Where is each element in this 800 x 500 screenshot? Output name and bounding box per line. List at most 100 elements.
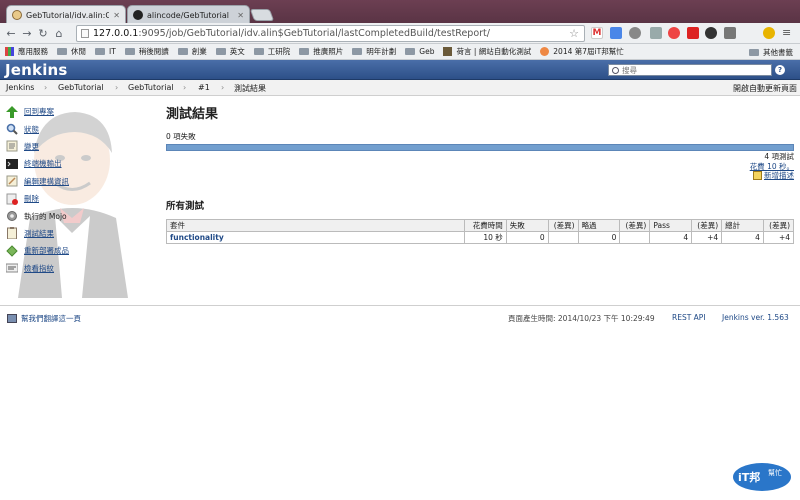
translate-extension-icon[interactable] bbox=[610, 27, 622, 39]
bookmark-folder[interactable]: 工研院 bbox=[253, 46, 291, 57]
search-input[interactable] bbox=[622, 65, 762, 75]
breadcrumb-item[interactable]: Jenkins bbox=[6, 83, 34, 92]
sidebar-item-label[interactable]: 檢看指紋 bbox=[24, 263, 54, 274]
home-icon[interactable]: ⌂ bbox=[51, 27, 67, 40]
sidebar-item-redeploy-artifacts[interactable]: 重新部署成品 bbox=[6, 242, 146, 259]
breadcrumb-item[interactable]: GebTutorial bbox=[128, 83, 174, 92]
url-host: 127.0.0.1 bbox=[93, 28, 139, 39]
sidebar-item-test-results[interactable]: 測試結果 bbox=[6, 225, 146, 242]
sidebar-item-label[interactable]: 執行的 Mojo bbox=[24, 211, 67, 222]
sidebar-item-fingerprints[interactable]: 檢看指紋 bbox=[6, 260, 146, 277]
auto-refresh-link[interactable]: 開啟自動更新頁面 bbox=[733, 83, 797, 94]
jenkins-version-link[interactable]: Jenkins ver. 1.563 bbox=[722, 313, 789, 322]
bookmark-folder[interactable]: 創業 bbox=[177, 46, 207, 57]
sidebar-item-label[interactable]: 狀態 bbox=[24, 124, 39, 135]
sidebar-item-delete[interactable]: 刪除 bbox=[6, 190, 146, 207]
table-cell bbox=[619, 230, 651, 244]
sidebar-item-edit-build-info[interactable]: 編輯建構資訊 bbox=[6, 173, 146, 190]
bookmark-link[interactable]: 2014 第7屆iT邦幫忙 bbox=[540, 46, 624, 57]
table-cell: 0 bbox=[577, 230, 621, 244]
breadcrumb-item[interactable]: 測試結果 bbox=[234, 83, 266, 94]
all-tests-heading: 所有測試 bbox=[166, 200, 205, 212]
clipboard-icon bbox=[7, 227, 17, 240]
rest-api-link[interactable]: REST API bbox=[672, 313, 706, 322]
breadcrumb-separator: › bbox=[221, 83, 225, 92]
address-bar[interactable]: 127.0.0.1:9095/job/GebTutorial/idv.alin$… bbox=[76, 25, 585, 42]
back-icon[interactable]: ← bbox=[3, 27, 19, 40]
browser-toolbar: ← → ↻ ⌂ 127.0.0.1:9095/job/GebTutorial/i… bbox=[0, 23, 800, 44]
bookmark-label: 明年計劃 bbox=[366, 47, 397, 56]
help-translate[interactable]: 幫我們翻譯這一頁 bbox=[7, 313, 81, 324]
column-header[interactable]: Pass bbox=[649, 218, 693, 232]
bookmark-apps[interactable]: 應用服務 bbox=[5, 46, 48, 57]
bookmark-folder[interactable]: IT bbox=[95, 47, 116, 56]
suite-link[interactable]: functionality bbox=[170, 233, 224, 242]
sidebar-item-label[interactable]: 編輯建構資訊 bbox=[24, 176, 69, 187]
bookmark-folder[interactable]: 推廣照片 bbox=[299, 46, 343, 57]
sidebar-item-label[interactable]: 刪除 bbox=[24, 193, 39, 204]
sidebar-item-label[interactable]: 回到專案 bbox=[24, 106, 54, 117]
sidebar-item-status[interactable]: 狀態 bbox=[6, 120, 146, 137]
ithelp-watermark-logo: iT邦 幫忙 bbox=[733, 463, 791, 491]
github-favicon-icon bbox=[133, 10, 143, 20]
bookmark-folder[interactable]: 稍後閱讀 bbox=[124, 46, 169, 57]
bookmark-label: 工研院 bbox=[267, 47, 291, 56]
sidebar-item-executed-mojos[interactable]: 執行的 Mojo bbox=[6, 207, 146, 224]
url-path: :9095/job/GebTutorial/idv.alin$GebTutori… bbox=[138, 28, 490, 39]
sidebar-item-changes[interactable]: 變更 bbox=[6, 138, 146, 155]
jenkins-header: Jenkins ? bbox=[0, 60, 800, 80]
sidebar-item-back-to-project[interactable]: 回到專案 bbox=[6, 103, 146, 120]
breadcrumb-item[interactable]: GebTutorial bbox=[58, 83, 104, 92]
duration-link[interactable]: 花費 10 秒。 bbox=[750, 162, 794, 171]
extension-icon[interactable] bbox=[763, 27, 775, 39]
column-header[interactable]: (差異) bbox=[619, 218, 651, 232]
bookmark-star-icon[interactable]: ☆ bbox=[569, 27, 579, 40]
jenkins-logo[interactable]: Jenkins bbox=[5, 61, 68, 79]
bookmark-folder[interactable]: 休閒 bbox=[57, 46, 86, 57]
folder-icon bbox=[215, 48, 226, 55]
column-header[interactable]: (差異) bbox=[762, 218, 795, 232]
folder-icon bbox=[749, 49, 759, 56]
column-header[interactable]: 套件 bbox=[166, 218, 465, 232]
extension-icon[interactable] bbox=[705, 27, 717, 39]
extension-icon[interactable] bbox=[650, 27, 662, 39]
flag-extension-icon[interactable] bbox=[687, 27, 699, 39]
table-header-row: 套件 花費時間 失敗 (差異) 略過 (差異) Pass (差異) 總計 (差異… bbox=[166, 218, 795, 232]
browser-tab-github[interactable]: alincode/GebTutorial ✕ bbox=[127, 5, 250, 24]
bookmark-folder[interactable]: 英文 bbox=[215, 46, 245, 57]
column-header[interactable]: 略過 bbox=[577, 218, 621, 232]
column-header[interactable]: 總計 bbox=[721, 218, 764, 232]
browser-tab-jenkins[interactable]: GebTutorial/idv.alin:GebTu ✕ bbox=[6, 5, 126, 24]
forward-icon[interactable]: → bbox=[19, 27, 35, 40]
close-tab-icon[interactable]: ✕ bbox=[113, 11, 120, 20]
column-header[interactable]: (差異) bbox=[691, 218, 723, 232]
magnifier-icon bbox=[6, 123, 18, 135]
new-tab-button[interactable] bbox=[249, 9, 275, 21]
breadcrumb-separator: › bbox=[183, 83, 187, 92]
sidebar-item-label[interactable]: 測試結果 bbox=[24, 228, 54, 239]
column-header[interactable]: 失敗 bbox=[505, 218, 549, 232]
column-header[interactable]: 花費時間 bbox=[463, 218, 507, 232]
other-bookmarks[interactable]: 其他書籤 bbox=[749, 47, 793, 58]
gmail-extension-icon[interactable]: M bbox=[591, 27, 603, 39]
sidebar-item-label[interactable]: 終端機輸出 bbox=[24, 158, 62, 169]
adblock-extension-icon[interactable] bbox=[668, 27, 680, 39]
help-icon[interactable]: ? bbox=[775, 65, 785, 75]
sidebar-item-label[interactable]: 變更 bbox=[24, 141, 39, 152]
add-description-link[interactable]: 新增描述 bbox=[753, 171, 794, 181]
extension-icon[interactable] bbox=[724, 27, 736, 39]
close-tab-icon[interactable]: ✕ bbox=[237, 11, 244, 20]
sidebar-item-label[interactable]: 重新部署成品 bbox=[24, 245, 69, 256]
search-box[interactable] bbox=[608, 64, 772, 76]
column-header[interactable]: (差異) bbox=[547, 218, 579, 232]
breadcrumb-item[interactable]: #1 bbox=[198, 83, 210, 92]
help-translate-link[interactable]: 幫我們翻譯這一頁 bbox=[21, 313, 81, 324]
menu-icon[interactable]: ≡ bbox=[782, 27, 794, 39]
table-cell bbox=[547, 230, 579, 244]
sidebar-item-console-output[interactable]: 終端機輸出 bbox=[6, 155, 146, 172]
bookmark-link[interactable]: 荷言 | 網站自動化測試 bbox=[443, 46, 531, 57]
reload-icon[interactable]: ↻ bbox=[35, 27, 51, 40]
download-extension-icon[interactable] bbox=[629, 27, 641, 39]
bookmark-folder[interactable]: 明年計劃 bbox=[352, 46, 396, 57]
bookmark-folder[interactable]: Geb bbox=[405, 47, 434, 56]
